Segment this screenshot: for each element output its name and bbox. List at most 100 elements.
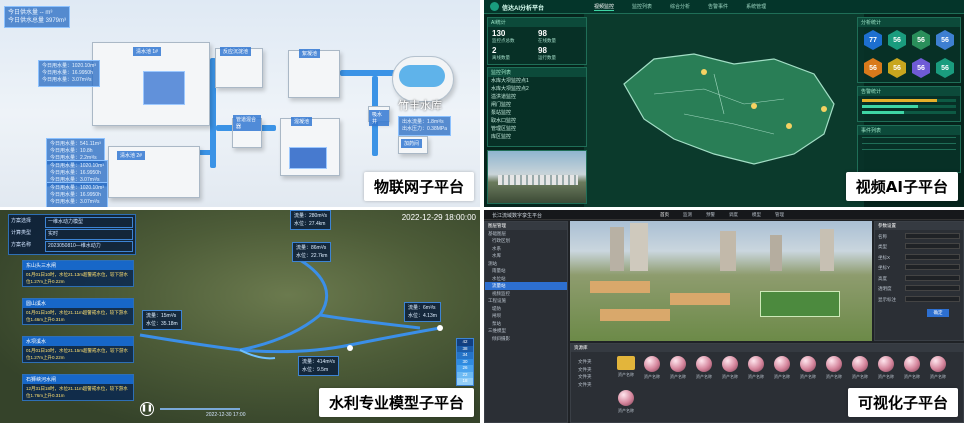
tab-home[interactable]: 首页 — [660, 212, 669, 218]
flow-popup[interactable]: 流量：280m³/s 水位：27.4km — [290, 210, 332, 230]
flow-popup[interactable]: 流量：414m³/s 水位：9.5m — [298, 356, 340, 376]
tab-list[interactable]: 监控列表 — [632, 3, 652, 11]
tree-item[interactable]: 行政区划 — [485, 237, 567, 245]
tab-alarm[interactable]: 告警事件 — [708, 3, 728, 11]
pause-button[interactable]: ❚❚ — [140, 402, 154, 416]
tree-item[interactable]: 水系 — [485, 245, 567, 253]
folder-icon — [617, 356, 635, 370]
folder-item[interactable]: 文件夹 — [575, 381, 611, 389]
sphere-asset[interactable]: 资产名称 — [693, 356, 715, 386]
flow-popup[interactable]: 流量：6m³/s 水位：4.13m — [404, 302, 441, 322]
sphere-asset[interactable]: 资产名称 — [849, 356, 871, 386]
folder-item[interactable]: 文件夹 — [575, 373, 611, 381]
hex-stat[interactable]: 56 — [936, 30, 954, 50]
sphere-asset[interactable]: 资产名称 — [615, 390, 637, 420]
folder-item[interactable]: 文件夹 — [575, 358, 611, 366]
tree-item-selected[interactable]: 流量站 — [485, 282, 567, 290]
label-toggle[interactable] — [905, 295, 960, 302]
sphere-asset[interactable]: 资产名称 — [927, 356, 949, 386]
3d-viewport[interactable] — [570, 221, 872, 341]
tree-item[interactable]: 水位站 — [485, 275, 567, 283]
list-item[interactable]: 水库大坝监控点2 — [488, 85, 586, 93]
tab-monitor[interactable]: 监测 — [683, 212, 692, 218]
platform-badge: 物联网子平台 — [363, 172, 474, 201]
list-item[interactable]: 取水口监控 — [488, 117, 586, 125]
y-input[interactable] — [905, 264, 960, 270]
station-card[interactable]: 东山头三水闸 01月01日10时，水位21.13m超警戒水位，较下游水位1.27m… — [22, 260, 134, 287]
sphere-asset[interactable]: 资产名称 — [745, 356, 767, 386]
sphere-asset[interactable]: 资产名称 — [875, 356, 897, 386]
station-card[interactable]: 圆山溪水 01月01日10时，水位21.11m超警戒水位，较下游水位1.46m上升… — [22, 298, 134, 325]
tab-analysis[interactable]: 综合分析 — [670, 3, 690, 11]
folder-asset[interactable]: 资产名称 — [615, 356, 637, 386]
sphere-asset[interactable]: 资产名称 — [797, 356, 819, 386]
hex-stat[interactable]: 77 — [864, 30, 882, 50]
reservoir[interactable] — [392, 56, 454, 102]
scheme-name-select[interactable]: 2023050810—维水动力 — [45, 241, 133, 252]
confirm-button[interactable]: 确定 — [927, 309, 949, 317]
hex-stat[interactable]: 56 — [936, 58, 954, 78]
list-item[interactable]: 水库大坝监控点1 — [488, 77, 586, 85]
video-thumbnail[interactable] — [487, 150, 587, 204]
tree-item[interactable]: 倾斜摄影 — [485, 335, 567, 343]
sphere-asset[interactable]: 资产名称 — [823, 356, 845, 386]
scheme-select[interactable]: 一维水动力模型 — [45, 217, 133, 228]
dosing-room[interactable]: 加药间 — [398, 136, 428, 154]
sphere-icon — [878, 356, 894, 372]
type-input[interactable] — [905, 243, 960, 249]
list-item[interactable]: 库区监控 — [488, 133, 586, 141]
tab-model[interactable]: 模型 — [752, 212, 761, 218]
timeline-slider[interactable] — [160, 408, 240, 410]
tree-item[interactable]: 工程设施 — [485, 297, 567, 305]
hex-stat[interactable]: 56 — [888, 30, 906, 50]
reaction-tank[interactable]: 反应沉淀池 — [215, 47, 263, 88]
list-item[interactable]: 泵站监控 — [488, 109, 586, 117]
tree-title: 图层管理 — [485, 222, 567, 230]
clear-water-tank-1[interactable]: 清水池 1# — [92, 42, 210, 126]
coagulation-tank[interactable]: 混凝池 — [280, 117, 340, 176]
name-input[interactable] — [905, 232, 960, 239]
folder-item[interactable]: 文件夹 — [575, 366, 611, 374]
hex-stat[interactable]: 56 — [864, 58, 882, 78]
suction-well[interactable]: 吸水井 — [368, 106, 390, 126]
list-item[interactable]: 闸门监控 — [488, 101, 586, 109]
tree-item[interactable]: 泵站 — [485, 320, 567, 328]
tree-item[interactable]: 视频监控 — [485, 290, 567, 298]
tab-dispatch[interactable]: 调度 — [729, 212, 738, 218]
station-card[interactable]: 水坝溪水 01月01日10时，水位21.15m超警戒水位，较下游水位1.27m上升… — [22, 336, 134, 363]
sphere-asset[interactable]: 资产名称 — [641, 356, 663, 386]
sphere-icon — [696, 356, 712, 372]
tree-item[interactable]: 水库 — [485, 252, 567, 260]
tab-video[interactable]: 视频监控 — [594, 3, 615, 11]
flow-popup[interactable]: 流量：15m³/s 水位：35.18m — [142, 310, 182, 330]
tree-item[interactable]: 基础图层 — [485, 230, 567, 238]
opacity-input[interactable] — [905, 285, 960, 291]
clear-water-tank-2[interactable]: 清水池 2# — [108, 146, 200, 198]
tree-item[interactable]: 闸坝 — [485, 312, 567, 320]
station-card[interactable]: 石狮峡河水闸 12月31日18时，水位21.11m超警戒水位，较下游水位1.76m… — [22, 374, 134, 401]
tab-warning[interactable]: 预警 — [706, 212, 715, 218]
height-input[interactable] — [905, 274, 960, 281]
sphere-asset[interactable]: 资产名称 — [719, 356, 741, 386]
sphere-asset[interactable]: 资产名称 — [901, 356, 923, 386]
sphere-icon — [930, 356, 946, 372]
flocculation-tank[interactable]: 絮凝池 — [288, 49, 340, 98]
sphere-asset[interactable]: 资产名称 — [771, 356, 793, 386]
hex-stat[interactable]: 56 — [888, 58, 906, 78]
tree-item[interactable]: 堤防 — [485, 305, 567, 313]
tab-manage[interactable]: 管理 — [775, 212, 784, 218]
list-item[interactable]: 管理区监控 — [488, 125, 586, 133]
pipe-mixer[interactable]: 管道混合器 — [232, 115, 262, 148]
tree-item[interactable]: 测站 — [485, 260, 567, 268]
calc-type-select[interactable]: 实时 — [45, 229, 133, 240]
tree-item[interactable]: 雨量站 — [485, 267, 567, 275]
tree-item[interactable]: 三维模型 — [485, 327, 567, 335]
flow-popup[interactable]: 流量：86m³/s 水位：22.7km — [292, 242, 332, 262]
hex-stat[interactable]: 56 — [912, 58, 930, 78]
tab-system[interactable]: 系统管理 — [746, 3, 766, 11]
terrain-map[interactable] — [584, 14, 864, 207]
sphere-asset[interactable]: 资产名称 — [667, 356, 689, 386]
hex-stat[interactable]: 56 — [912, 30, 930, 50]
x-input[interactable] — [905, 253, 960, 260]
list-item[interactable]: 溢洪道监控 — [488, 93, 586, 101]
